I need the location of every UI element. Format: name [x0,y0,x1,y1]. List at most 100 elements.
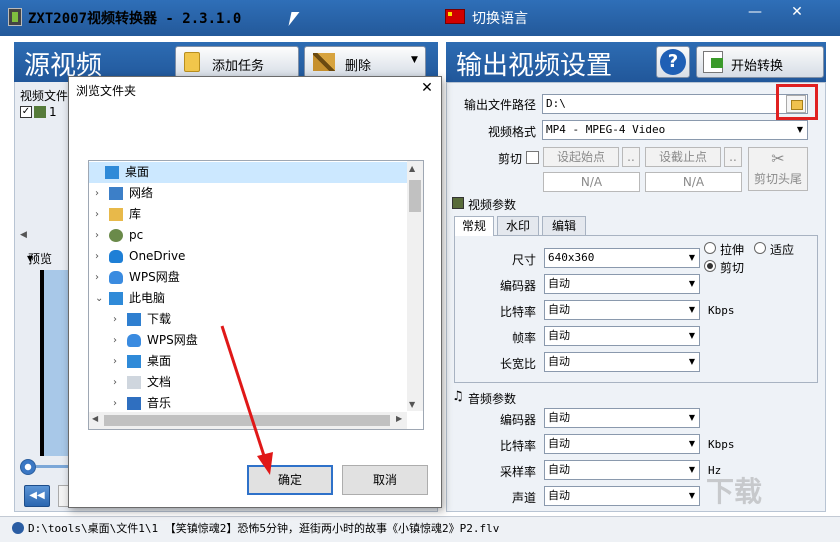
highlight-box [776,84,818,120]
minimize-button[interactable]: — [740,2,770,22]
wps-cloud-icon [127,334,141,347]
tab-general[interactable]: 常规 [454,216,494,236]
set-start-more-button[interactable]: .. [622,147,640,167]
chevron-down-icon[interactable]: ▼ [411,55,418,65]
crop-label[interactable]: 剪切 [720,259,744,276]
tree-item[interactable]: 桌面 [89,162,407,183]
chevron-right-icon[interactable]: › [95,246,99,267]
set-end-button[interactable]: 设截止点 [645,147,721,167]
stretch-radio[interactable] [704,242,716,254]
tree-item[interactable]: › 库 [89,204,407,225]
tree-item[interactable]: › WPS网盘 [89,267,407,288]
scroll-left-icon[interactable]: ◀ [92,414,98,423]
video-bitrate-select[interactable]: 自动 ▼ [544,300,700,320]
audio-bitrate-select[interactable]: 自动 ▼ [544,434,700,454]
ok-button[interactable]: 确定 [247,465,333,495]
framerate-select[interactable]: 自动 ▼ [544,326,700,346]
set-start-button[interactable]: 设起始点 [543,147,619,167]
cut-ends-button[interactable]: ✂ 剪切头尾 [748,147,808,191]
tree-item[interactable]: ⌄ 此电脑 [89,288,407,309]
chevron-right-icon[interactable]: › [113,351,117,372]
tree-item[interactable]: › WPS网盘 [89,330,407,351]
aspect-ratio-select[interactable]: 自动 ▼ [544,352,700,372]
tree-item-label: 库 [129,207,142,221]
chevron-right-icon[interactable]: › [113,309,117,330]
document-icon [127,376,141,389]
aspect-ratio-value: 自动 [548,355,570,368]
chevron-right-icon[interactable]: › [95,204,99,225]
app-icon [8,8,22,26]
help-button[interactable]: ? [656,46,690,78]
chevron-down-icon[interactable]: ⌄ [95,288,103,309]
file-list-header: 视频文件 [20,89,69,103]
channel-label: 声道 [511,491,536,505]
scroll-up-icon[interactable]: ▲ [409,164,415,173]
chevron-right-icon[interactable]: › [113,393,117,414]
chevron-down-icon: ▼ [688,253,695,262]
output-path-field[interactable]: D:\ [542,94,808,114]
size-label: 尺寸 [511,253,536,267]
wps-cloud-icon [109,271,123,284]
cancel-button[interactable]: 取消 [342,465,428,495]
china-flag-icon[interactable] [445,9,465,24]
rewind-button[interactable]: ◀◀ [24,485,50,507]
computer-icon [109,292,123,305]
collapse-left-icon[interactable]: ◀ [20,230,27,240]
samplerate-label: 采样率 [499,465,536,479]
language-switch-button[interactable]: 切换语言 [472,8,528,28]
tab-edit[interactable]: 编辑 [542,216,586,236]
start-convert-button[interactable]: 开始转换 [696,46,824,78]
video-format-select[interactable]: MP4 - MPEG-4 Video ▼ [542,120,808,140]
folder-icon [184,52,200,72]
music-icon [127,397,141,410]
tab-watermark[interactable]: 水印 [497,216,539,236]
vertical-scroll-thumb[interactable] [409,180,421,212]
stretch-label[interactable]: 拉伸 [720,241,744,258]
tree-item[interactable]: › pc [89,225,407,246]
chevron-down-icon: ▼ [688,331,695,340]
tree-item[interactable]: › 音乐 [89,393,407,414]
tree-item[interactable]: › OneDrive [89,246,407,267]
video-bitrate-label: 比特率 [499,305,536,319]
film-icon [452,197,464,209]
dialog-title: 浏览文件夹 [76,84,137,98]
delete-button[interactable]: 删除 ▼ [304,46,426,78]
tree-item[interactable]: › 桌面 [89,351,407,372]
video-format-label: 视频格式 [487,125,536,139]
user-icon [109,229,123,242]
seek-slider-track[interactable] [36,465,72,468]
dialog-close-button[interactable]: ✕ [418,80,436,96]
chevron-down-icon: ▼ [688,439,695,448]
chevron-right-icon[interactable]: › [95,183,99,204]
clip-checkbox[interactable] [526,151,539,164]
samplerate-select[interactable]: 自动 ▼ [544,460,700,480]
channel-select[interactable]: 自动 ▼ [544,486,700,506]
seek-slider-knob[interactable] [20,459,36,475]
scroll-down-icon[interactable]: ▼ [409,400,415,409]
status-text: D:\tools\桌面\文件1\1 【笑镇惊魂2】恐怖5分钟，逛街两小时的故事《… [28,522,500,535]
file-checkbox[interactable]: ✓ [20,106,32,118]
add-task-button[interactable]: 添加任务 [175,46,299,78]
framerate-value: 自动 [548,329,570,342]
music-note-icon: ♫ [452,389,464,404]
network-icon [109,187,123,200]
tree-item[interactable]: › 网络 [89,183,407,204]
close-button[interactable]: ✕ [782,2,812,22]
tree-item[interactable]: › 文档 [89,372,407,393]
crop-radio[interactable] [704,260,716,272]
fit-label[interactable]: 适应 [770,241,794,258]
tree-item[interactable]: › 下载 [89,309,407,330]
fit-radio[interactable] [754,242,766,254]
audio-encoder-select[interactable]: 自动 ▼ [544,408,700,428]
chevron-right-icon[interactable]: › [113,330,117,351]
size-select[interactable]: 640x360 ▼ [544,248,700,268]
chevron-right-icon[interactable]: › [95,267,99,288]
chevron-right-icon[interactable]: › [95,225,99,246]
video-encoder-select[interactable]: 自动 ▼ [544,274,700,294]
chevron-right-icon[interactable]: › [113,372,117,393]
preview-label[interactable]: 预览 [28,250,52,267]
output-title: 输出视频设置 [456,51,613,81]
horizontal-scroll-thumb[interactable] [104,415,390,426]
scroll-right-icon[interactable]: ▶ [396,414,402,423]
set-end-more-button[interactable]: .. [724,147,742,167]
